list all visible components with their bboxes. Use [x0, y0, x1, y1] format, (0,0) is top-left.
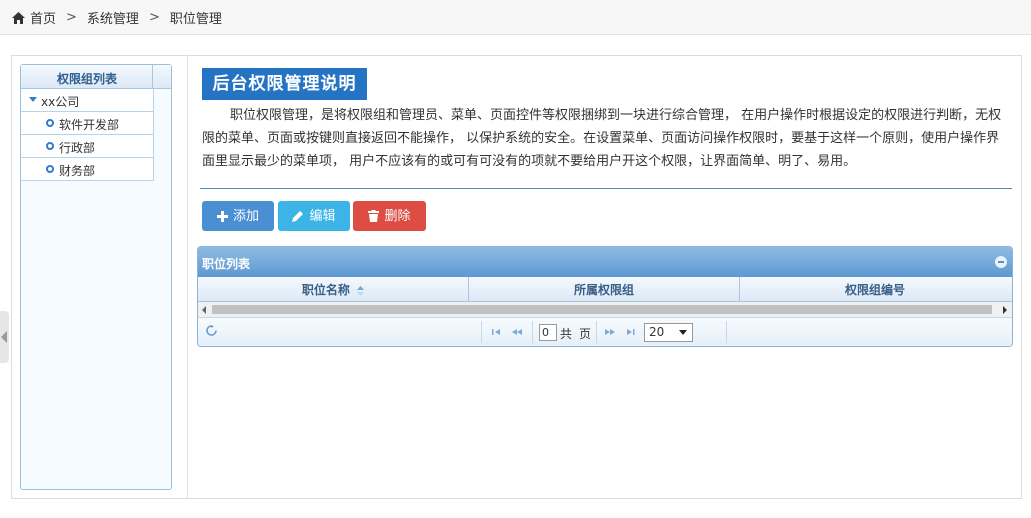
- scrollbar-thumb[interactable]: [212, 305, 992, 314]
- grid-title: 职位列表: [202, 257, 251, 271]
- scroll-left-icon[interactable]: [202, 306, 206, 314]
- divider: [200, 188, 1012, 189]
- node-dot-icon: [46, 119, 54, 127]
- prev-page-icon[interactable]: [508, 326, 526, 338]
- position-grid: 职位列表 职位名称 所属权限组 权限组编号 0 共 页 20: [197, 246, 1013, 347]
- add-button[interactable]: 添加: [202, 201, 274, 231]
- plus-icon: [216, 210, 228, 222]
- sort-icon[interactable]: [357, 285, 365, 296]
- tree-title: 权限组列表: [57, 72, 118, 86]
- scroll-right-icon[interactable]: [1003, 306, 1007, 314]
- column-header-group[interactable]: 所属权限组: [469, 277, 740, 301]
- chevron-left-icon: [1, 331, 7, 343]
- tree-node-label: 财务部: [59, 164, 96, 178]
- frame-divider: [187, 55, 188, 498]
- tree-node-label: 行政部: [59, 141, 96, 155]
- refresh-icon[interactable]: [206, 325, 217, 336]
- breadcrumb-separator: >: [148, 10, 160, 25]
- collapse-icon[interactable]: [995, 256, 1007, 268]
- grid-pager: 0 共 页 20: [198, 318, 1012, 346]
- breadcrumb-home[interactable]: 首页: [30, 8, 56, 27]
- breadcrumb: 首页 > 系统管理 > 职位管理: [12, 8, 222, 27]
- breadcrumb-system[interactable]: 系统管理: [87, 8, 139, 27]
- breadcrumb-current: 职位管理: [169, 12, 222, 27]
- delete-button-label: 删除: [384, 208, 411, 223]
- permission-group-tree: 权限组列表 xx公司 软件开发部 行政部 财务部: [20, 64, 172, 490]
- column-header-group-id[interactable]: 权限组编号: [740, 277, 1010, 301]
- sidebar-toggle[interactable]: [0, 311, 9, 363]
- tree-node-label: 软件开发部: [59, 118, 120, 132]
- tree-node-root[interactable]: xx公司: [21, 89, 154, 112]
- next-page-icon[interactable]: [601, 326, 619, 338]
- tree-node-label: xx公司: [41, 95, 80, 109]
- node-dot-icon: [46, 165, 54, 173]
- notice-description: 职位权限管理，是将权限组和管理员、菜单、页面控件等权限捆绑到一块进行综合管理， …: [202, 108, 1002, 169]
- page-size-select[interactable]: 20: [644, 323, 693, 342]
- horizontal-scrollbar[interactable]: [198, 302, 1012, 318]
- last-page-icon[interactable]: [621, 326, 639, 338]
- page-number-input[interactable]: 0: [539, 324, 557, 341]
- grid-caption: 职位列表: [198, 247, 1012, 277]
- delete-button[interactable]: 删除: [353, 201, 426, 231]
- pager-total-suffix: 页: [579, 327, 592, 341]
- chevron-down-icon: [679, 330, 687, 335]
- column-header-name[interactable]: 职位名称: [198, 277, 469, 301]
- edit-button[interactable]: 编辑: [278, 201, 350, 231]
- tree-node-finance[interactable]: 财务部: [21, 158, 154, 181]
- first-page-icon[interactable]: [488, 326, 506, 338]
- notice-title: 后台权限管理说明: [202, 68, 367, 100]
- tree-node-software[interactable]: 软件开发部: [21, 112, 154, 135]
- home-icon: [12, 11, 25, 24]
- tree-header: 权限组列表: [21, 65, 171, 89]
- edit-button-label: 编辑: [309, 208, 336, 223]
- pager-total-prefix: 共: [560, 327, 573, 341]
- pencil-icon: [292, 211, 304, 222]
- tree-node-admin[interactable]: 行政部: [21, 135, 154, 158]
- node-dot-icon: [46, 142, 54, 150]
- trash-icon: [368, 210, 380, 222]
- breadcrumb-separator: >: [66, 10, 77, 25]
- add-button-label: 添加: [232, 208, 259, 223]
- top-bar: 首页 > 系统管理 > 职位管理: [0, 0, 1031, 35]
- grid-header: 职位名称 所属权限组 权限组编号: [198, 277, 1012, 302]
- expand-icon[interactable]: [29, 97, 37, 102]
